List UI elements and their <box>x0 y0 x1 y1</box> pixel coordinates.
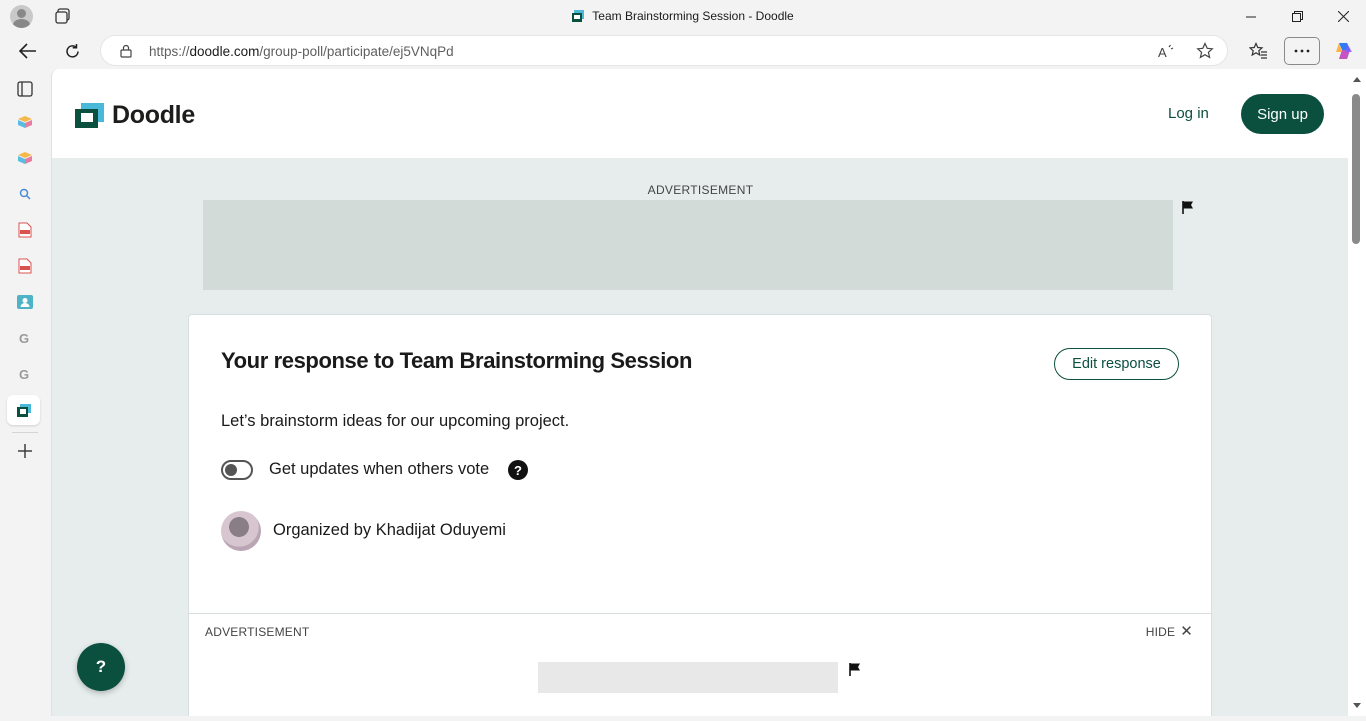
new-tab-plus-icon[interactable] <box>13 439 37 463</box>
help-question-icon[interactable]: ? <box>508 460 528 480</box>
doodle-logo-mark-icon <box>75 103 104 128</box>
poll-description: Let’s brainstorm ideas for our upcoming … <box>221 412 570 430</box>
ad-label-bottom: ADVERTISEMENT <box>205 625 310 639</box>
read-aloud-icon[interactable]: A <box>1157 43 1175 61</box>
login-link[interactable]: Log in <box>1168 105 1209 122</box>
page-title: Your response to Team Brainstorming Sess… <box>221 348 692 373</box>
ad-panel-bottom: ADVERTISEMENT HIDE ✕ <box>188 613 1212 716</box>
hide-ad-button[interactable]: HIDE ✕ <box>1145 623 1193 640</box>
edit-response-button[interactable]: Edit response <box>1054 348 1179 380</box>
organizer-text: Organized by Khadijat Oduyemi <box>273 521 506 539</box>
updates-toggle-label: Get updates when others vote <box>269 460 490 478</box>
doodle-logo[interactable]: Doodle <box>75 101 195 130</box>
report-ad-flag-icon[interactable] <box>1181 200 1195 214</box>
signup-button[interactable]: Sign up <box>1241 94 1324 134</box>
address-bar[interactable]: https://doodle.com/group-poll/participat… <box>100 35 1228 66</box>
browser-sidebar: G G <box>0 69 50 721</box>
window-title: Team Brainstorming Session - Doodle <box>0 9 1366 23</box>
sidebar-tab-doodle-active-icon[interactable] <box>7 395 40 425</box>
ad-banner-top[interactable] <box>203 200 1173 290</box>
svg-text:G: G <box>19 367 29 381</box>
svg-text:A: A <box>1158 45 1167 60</box>
logo-text: Doodle <box>112 101 195 129</box>
report-ad-flag-icon[interactable] <box>848 662 862 676</box>
organizer-avatar <box>221 511 261 551</box>
sidebar-tab-pdf-1-icon[interactable] <box>13 218 37 242</box>
page-scrollbar[interactable] <box>1348 69 1366 716</box>
toggle-knob <box>225 464 237 476</box>
scroll-thumb[interactable] <box>1352 94 1360 244</box>
sidebar-tab-colorful-2-icon[interactable] <box>13 146 37 170</box>
favorites-button[interactable] <box>1243 36 1273 66</box>
site-header: Doodle Log in Sign up <box>52 69 1348 158</box>
page-viewport: Doodle Log in Sign up ADVERTISEMENT Your… <box>51 69 1348 716</box>
copilot-button[interactable] <box>1329 36 1359 66</box>
svg-text:G: G <box>19 331 29 345</box>
doodle-favicon-icon <box>572 10 585 22</box>
close-icon: ✕ <box>1180 623 1193 640</box>
close-window-button[interactable] <box>1320 0 1366 33</box>
ad-banner-bottom[interactable] <box>538 662 838 693</box>
sidebar-tab-colorful-1-icon[interactable] <box>13 110 37 134</box>
browser-titlebar: Team Brainstorming Session - Doodle <box>0 0 1366 33</box>
sidebar-divider <box>12 432 38 433</box>
settings-more-button[interactable] <box>1284 37 1320 65</box>
sidebar-tab-google-2-icon[interactable]: G <box>13 362 37 386</box>
browser-toolbar: https://doodle.com/group-poll/participat… <box>0 33 1366 69</box>
scroll-up-arrow-icon[interactable] <box>1353 77 1361 82</box>
restore-button[interactable] <box>1274 0 1320 33</box>
url-text[interactable]: https://doodle.com/group-poll/participat… <box>149 44 454 59</box>
tab-actions-icon[interactable] <box>13 77 37 101</box>
sidebar-tab-contacts-icon[interactable] <box>13 290 37 314</box>
add-favorite-star-icon[interactable] <box>1196 42 1214 60</box>
ad-label-top: ADVERTISEMENT <box>647 183 754 197</box>
help-fab-button[interactable]: ? <box>77 643 125 691</box>
lock-icon[interactable] <box>119 44 133 58</box>
scroll-down-arrow-icon[interactable] <box>1353 703 1361 708</box>
window-title-text: Team Brainstorming Session - Doodle <box>592 9 794 23</box>
minimize-button[interactable] <box>1228 0 1274 33</box>
sidebar-tab-google-1-icon[interactable]: G <box>13 326 37 350</box>
refresh-button[interactable] <box>57 36 87 66</box>
sidebar-tab-search-icon[interactable] <box>13 182 37 206</box>
hide-ad-label: HIDE <box>1145 625 1176 639</box>
sidebar-tab-pdf-2-icon[interactable] <box>13 254 37 278</box>
updates-toggle[interactable] <box>221 460 253 480</box>
back-button[interactable] <box>13 36 43 66</box>
